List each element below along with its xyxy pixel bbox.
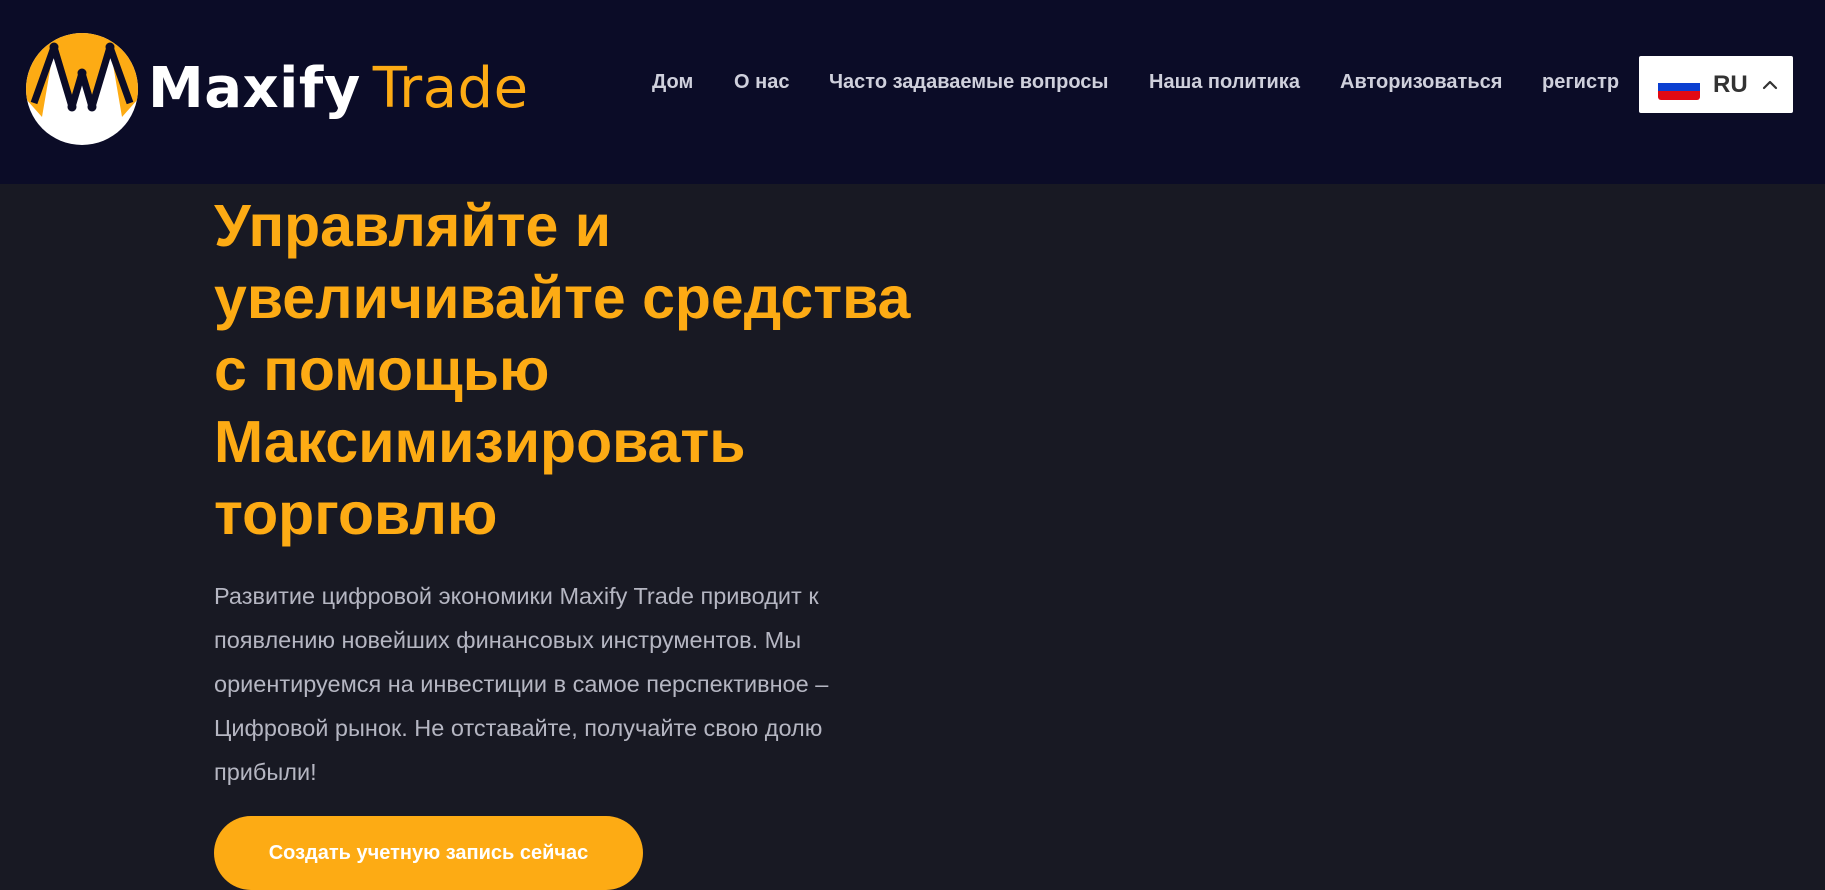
nav-item-policy[interactable]: Наша политика: [1149, 70, 1300, 94]
brand-name-trade: Trade: [372, 56, 529, 121]
russia-flag-icon: [1658, 74, 1700, 100]
nav-item-register[interactable]: регистр: [1542, 70, 1619, 94]
brand-logo[interactable]: Maxify Trade: [26, 33, 529, 145]
chevron-up-icon: [1762, 80, 1778, 90]
site-header: Maxify Trade Дом О нас Часто задаваемые в…: [0, 0, 1825, 184]
language-selector[interactable]: RU: [1639, 56, 1793, 113]
nav-item-login[interactable]: Авторизоваться: [1340, 70, 1502, 94]
brand-name: Maxify Trade: [148, 59, 529, 119]
nav-item-faq[interactable]: Часто задаваемые вопросы: [829, 70, 1109, 94]
logo-icon: [26, 33, 138, 145]
brand-name-maxify: Maxify: [148, 56, 361, 121]
nav-item-home[interactable]: Дом: [652, 70, 693, 94]
language-code: RU: [1713, 71, 1748, 98]
nav-item-about[interactable]: О нас: [734, 70, 789, 94]
create-account-button[interactable]: Создать учетную запись сейчас: [214, 816, 643, 890]
hero-description: Развитие цифровой экономики Maxify Trade…: [214, 583, 829, 785]
hero-title: Управляйте и увеличивайте средства с пом…: [214, 193, 911, 547]
